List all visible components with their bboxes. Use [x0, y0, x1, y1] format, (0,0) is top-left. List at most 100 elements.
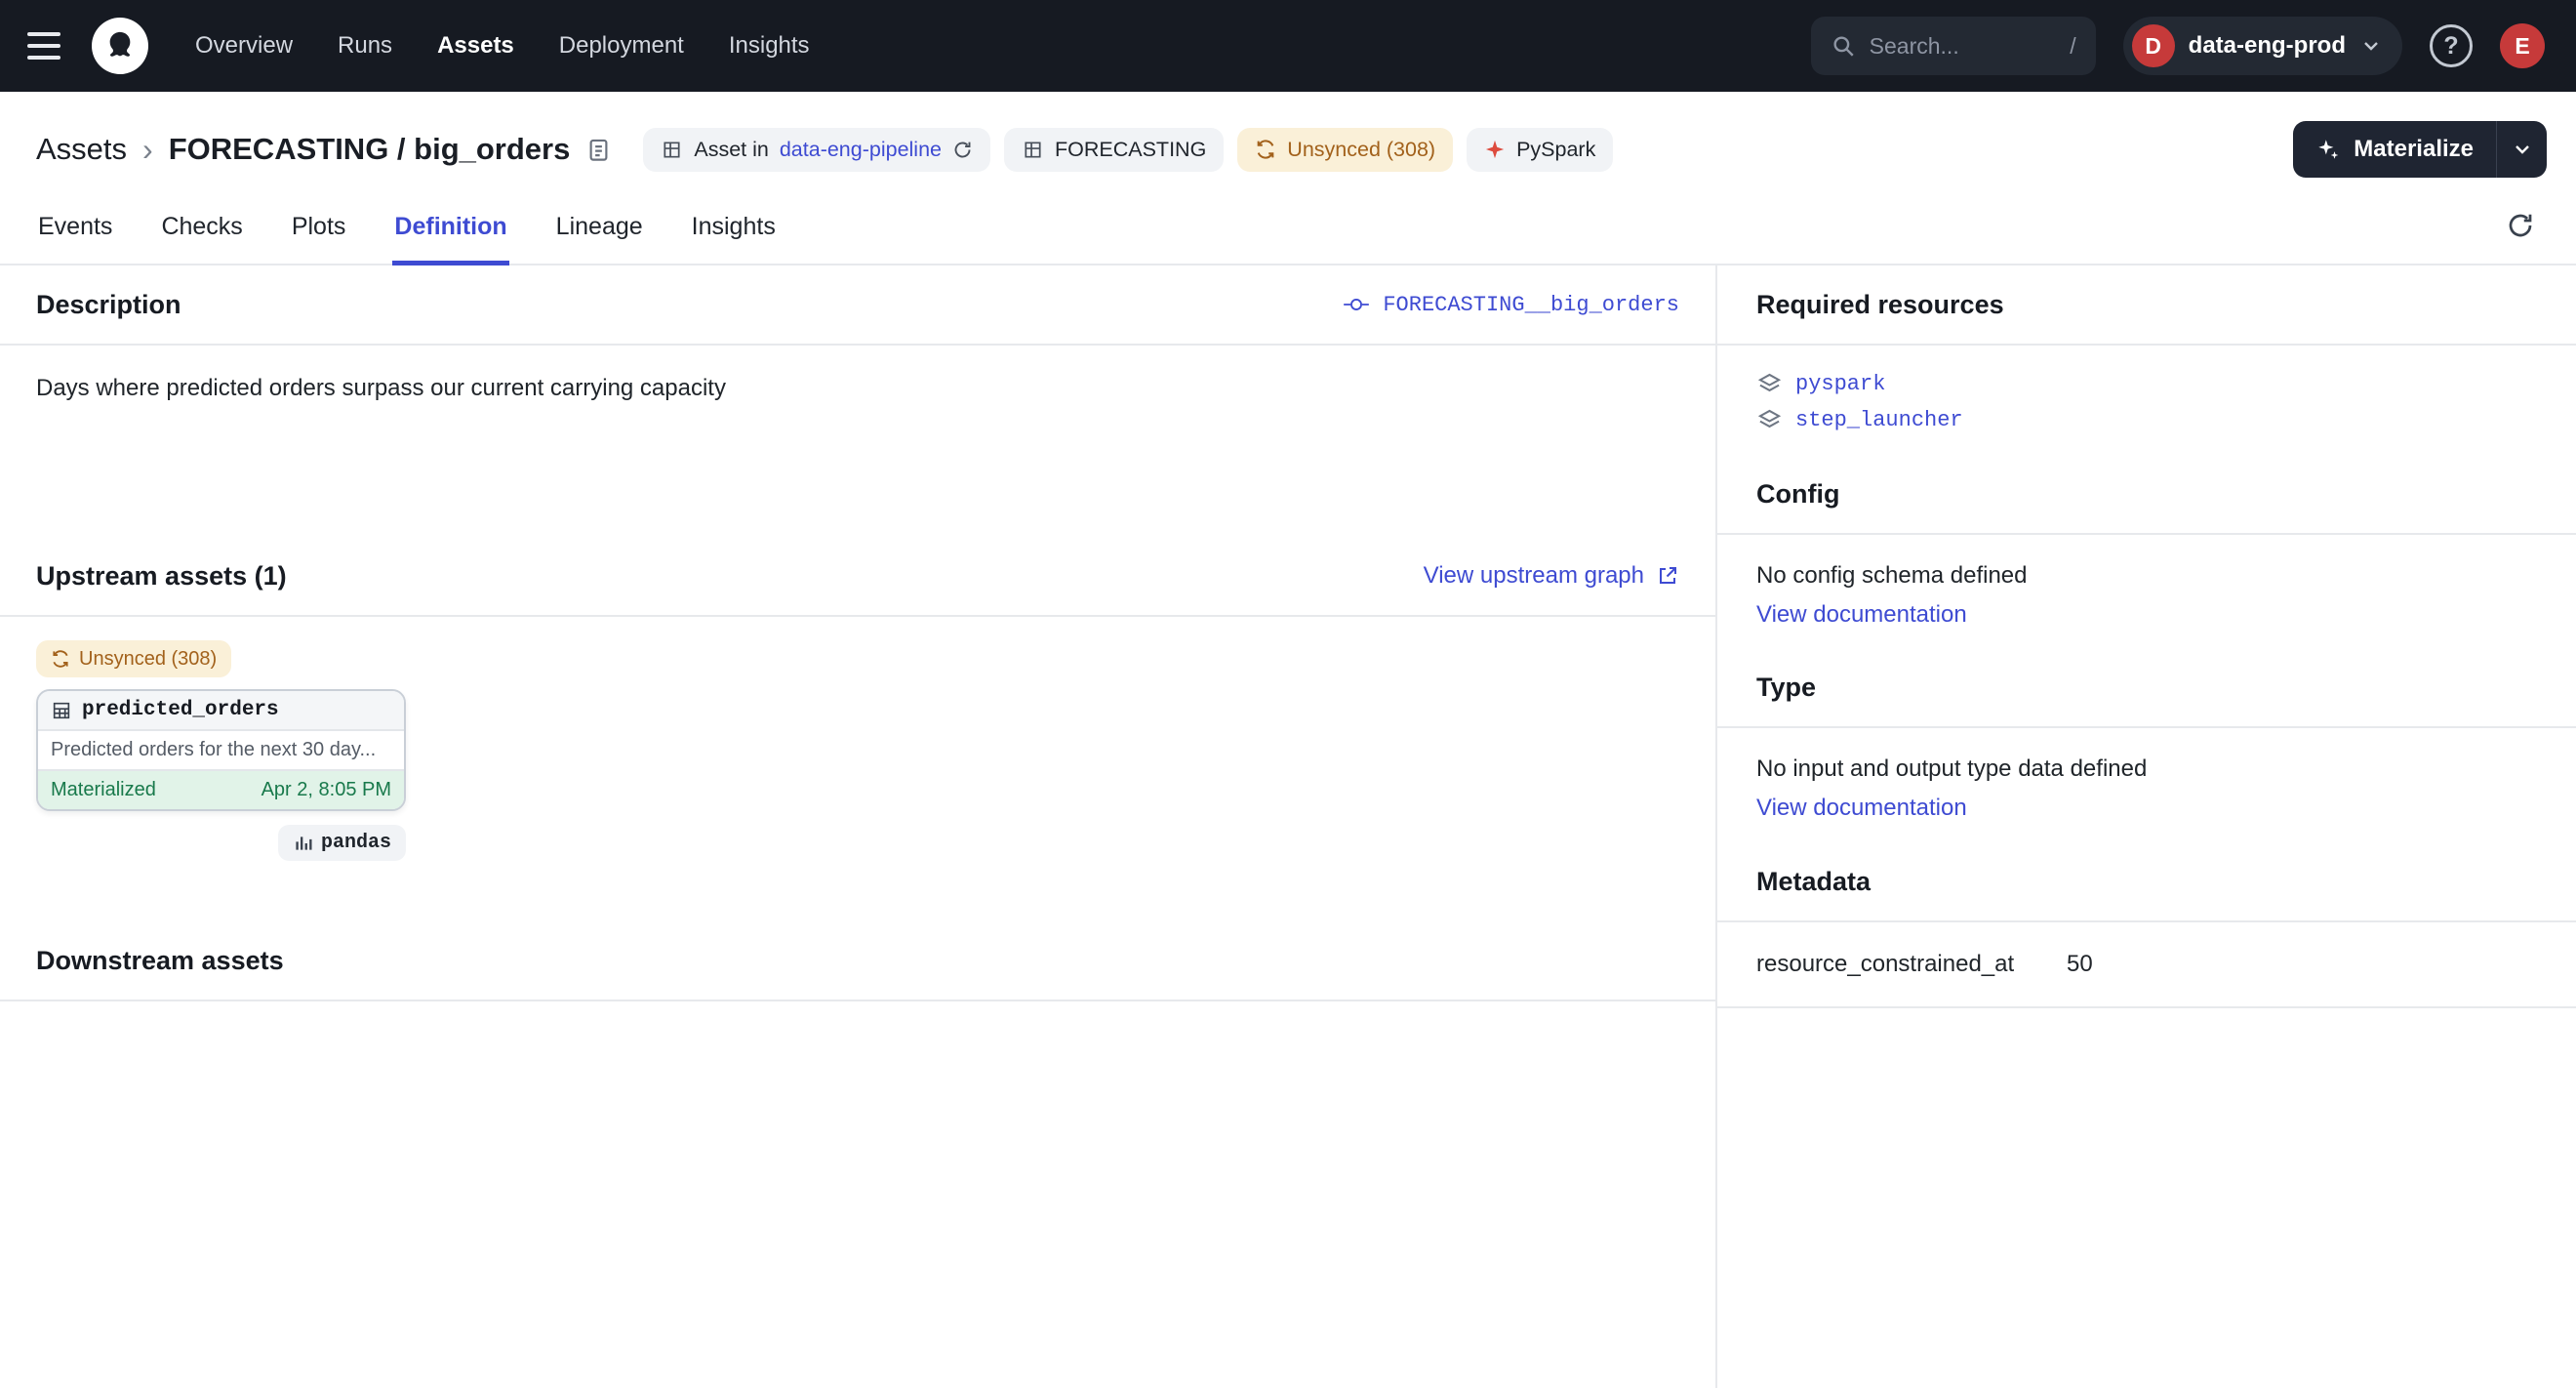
main-nav: Overview Runs Assets Deployment Insights: [195, 32, 810, 60]
tab-insights[interactable]: Insights: [690, 213, 778, 265]
compute-kind-tag-label: pandas: [321, 832, 391, 854]
hamburger-menu-icon[interactable]: [27, 24, 70, 67]
metadata-row: resource_constrained_at 50: [1717, 922, 2576, 1008]
config-empty-text: No config schema defined: [1756, 562, 2537, 590]
materialize-dropdown-button[interactable]: [2496, 121, 2547, 178]
tab-lineage[interactable]: Lineage: [554, 213, 645, 265]
breadcrumb-assets-link[interactable]: Assets: [36, 132, 127, 167]
layers-icon: [1756, 371, 1783, 397]
tag-unsynced-label: Unsynced (308): [1287, 138, 1435, 162]
bar-chart-icon: [293, 834, 312, 853]
search-shortcut-key: /: [2070, 33, 2075, 60]
materialized-status-label: Materialized: [51, 779, 156, 801]
definition-right-column: Required resources pyspark step_launcher…: [1717, 265, 2576, 1388]
sync-icon: [1255, 139, 1276, 160]
tag-group-label: FORECASTING: [1055, 138, 1206, 162]
chevron-down-icon: [2511, 138, 2534, 161]
config-body: No config schema defined View documentat…: [1717, 535, 2576, 648]
tab-checks[interactable]: Checks: [159, 213, 244, 265]
metadata-value: 50: [2067, 951, 2093, 978]
tag-asset-in-job[interactable]: Asset in data-eng-pipeline: [643, 128, 990, 172]
reload-pipeline-icon[interactable]: [952, 140, 973, 160]
unsynced-badge-label: Unsynced (308): [79, 648, 217, 671]
tag-compute-kind-label: PySpark: [1516, 138, 1595, 162]
asset-group-icon: [1022, 139, 1044, 161]
resource-link-pyspark[interactable]: pyspark: [1795, 372, 1885, 396]
tabs-row: Events Checks Plots Definition Lineage I…: [0, 178, 2576, 265]
nav-assets[interactable]: Assets: [437, 32, 514, 60]
type-view-documentation-link[interactable]: View documentation: [1756, 795, 1967, 822]
description-body: Days where predicted orders surpass our …: [0, 346, 1715, 537]
op-icon: [1342, 294, 1371, 315]
page-header: Assets › FORECASTING / big_orders Asset …: [0, 92, 2576, 178]
upstream-asset-card[interactable]: predicted_orders Predicted orders for th…: [36, 689, 406, 811]
view-upstream-graph-link[interactable]: View upstream graph: [1424, 562, 1679, 590]
type-body: No input and output type data defined Vi…: [1717, 728, 2576, 842]
asset-card-tag-row: pandas: [36, 825, 406, 861]
tab-events[interactable]: Events: [36, 213, 114, 265]
dagster-logo[interactable]: [92, 18, 148, 74]
materialize-button[interactable]: Materialize: [2293, 121, 2496, 178]
sparkle-icon: [2315, 137, 2341, 162]
upstream-title: Upstream assets (1): [36, 561, 287, 592]
refresh-icon: [2506, 211, 2535, 240]
help-icon[interactable]: ?: [2430, 24, 2473, 67]
resource-row: pyspark: [1756, 371, 2537, 397]
asset-tabs: Events Checks Plots Definition Lineage I…: [36, 213, 778, 264]
table-icon: [51, 700, 72, 721]
materialize-label: Materialize: [2354, 136, 2474, 163]
pipeline-link[interactable]: data-eng-pipeline: [780, 138, 942, 162]
upstream-section-header: Upstream assets (1) View upstream graph: [0, 537, 1715, 617]
asset-card-name: predicted_orders: [82, 699, 279, 721]
config-view-documentation-link[interactable]: View documentation: [1756, 601, 1967, 629]
topnav-right: / D data-eng-prod ? E: [1811, 17, 2545, 75]
search-box[interactable]: /: [1811, 17, 2096, 75]
materialized-timestamp: Apr 2, 8:05 PM: [262, 779, 391, 801]
asset-card-header: predicted_orders: [38, 691, 404, 731]
tag-group[interactable]: FORECASTING: [1004, 128, 1224, 172]
op-link[interactable]: FORECASTING__big_orders: [1342, 293, 1679, 317]
view-upstream-graph-label: View upstream graph: [1424, 562, 1644, 590]
top-nav: Overview Runs Assets Deployment Insights…: [0, 0, 2576, 92]
search-input[interactable]: [1870, 33, 2016, 60]
sync-icon: [51, 649, 70, 669]
nav-insights[interactable]: Insights: [729, 32, 810, 60]
octopus-icon: [101, 26, 140, 65]
resources-section-header: Required resources: [1717, 265, 2576, 346]
nav-deployment[interactable]: Deployment: [559, 32, 684, 60]
tab-definition[interactable]: Definition: [392, 213, 508, 265]
downstream-title: Downstream assets: [36, 946, 284, 976]
nav-overview[interactable]: Overview: [195, 32, 293, 60]
breadcrumb: Assets › FORECASTING / big_orders: [36, 132, 612, 168]
metadata-key: resource_constrained_at: [1756, 951, 2067, 978]
page-title: FORECASTING / big_orders: [169, 132, 571, 167]
type-section-header: Type: [1717, 648, 2576, 728]
compute-kind-tag[interactable]: pandas: [278, 825, 406, 861]
description-section-header: Description FORECASTING__big_orders: [0, 265, 1715, 346]
description-text: Days where predicted orders surpass our …: [36, 375, 1679, 402]
workspace-switcher[interactable]: D data-eng-prod: [2123, 17, 2402, 75]
description-title: Description: [36, 290, 181, 320]
op-link-label: FORECASTING__big_orders: [1383, 293, 1679, 317]
tag-asset-in-label: Asset in: [694, 138, 768, 162]
description-clipboard-icon[interactable]: [585, 137, 612, 163]
breadcrumb-separator: ›: [142, 132, 153, 168]
resource-row: step_launcher: [1756, 407, 2537, 433]
pyspark-icon: [1484, 139, 1506, 160]
unsynced-badge: Unsynced (308): [36, 640, 231, 677]
deployment-badge: D: [2132, 24, 2175, 67]
upstream-body: Unsynced (308) predicted_orders Predicte…: [0, 617, 1715, 921]
chevron-down-icon: [2359, 34, 2383, 58]
user-avatar[interactable]: E: [2500, 23, 2545, 68]
refresh-button[interactable]: [2494, 199, 2547, 252]
workspace-label: data-eng-prod: [2189, 32, 2346, 60]
metadata-section-header: Metadata: [1717, 842, 2576, 922]
tag-compute-kind[interactable]: PySpark: [1467, 128, 1613, 172]
resource-link-step-launcher[interactable]: step_launcher: [1795, 408, 1963, 432]
nav-runs[interactable]: Runs: [338, 32, 392, 60]
layers-icon: [1756, 407, 1783, 433]
tag-unsynced[interactable]: Unsynced (308): [1237, 128, 1453, 172]
tab-plots[interactable]: Plots: [290, 213, 348, 265]
downstream-section-header: Downstream assets: [0, 921, 1715, 1001]
search-icon: [1831, 33, 1856, 59]
